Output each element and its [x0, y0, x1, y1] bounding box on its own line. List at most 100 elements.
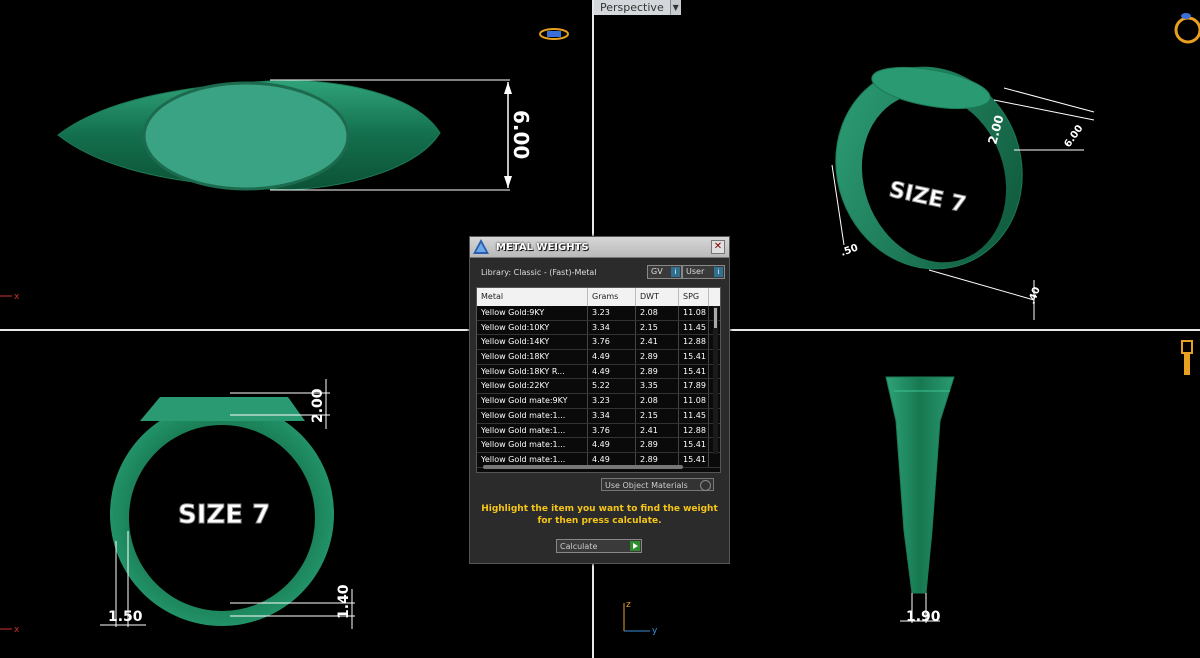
table-cell: 3.34: [588, 320, 636, 335]
table-cell: 3.34: [588, 408, 636, 423]
table-cell: 2.89: [636, 364, 679, 379]
column-header[interactable]: Metal: [477, 288, 588, 306]
table-body: Yellow Gold:9KY 3.23 2.08 11.08 Yellow Gold:…: [477, 306, 720, 468]
table-cell: 12.88: [679, 335, 709, 350]
table-header: Metal Grams DWT SPG: [477, 288, 720, 306]
table-cell: 4.49: [588, 438, 636, 452]
table-cell: 11.45: [679, 320, 709, 335]
table-row[interactable]: Yellow Gold mate:1... 4.49 2.89 15.41: [477, 438, 720, 453]
table-cell: 3.35: [636, 379, 679, 394]
table-row[interactable]: Yellow Gold:22KY 5.22 3.35 17.89: [477, 379, 720, 395]
ring-view-icon-right[interactable]: [1174, 13, 1200, 44]
perspective-dropdown-icon[interactable]: ▼: [670, 0, 681, 15]
table-cell: 4.49: [588, 364, 636, 379]
table-cell: 2.89: [636, 350, 679, 364]
table-cell: 2.89: [636, 438, 679, 452]
table-cell: 15.41: [679, 452, 709, 467]
close-icon[interactable]: ✕: [711, 240, 725, 254]
user-toggle[interactable]: User i: [682, 265, 725, 279]
table-row[interactable]: Yellow Gold:9KY 3.23 2.08 11.08: [477, 306, 720, 321]
dimension-left-label: 1.50: [108, 609, 143, 625]
table-cell: 3.23: [588, 394, 636, 408]
table-cell: 2.41: [636, 423, 679, 438]
axis-gizmo: z y: [623, 600, 658, 636]
table-row[interactable]: Yellow Gold:14KY 3.76 2.41 12.88: [477, 335, 720, 351]
table-cell: 15.41: [679, 438, 709, 452]
column-header[interactable]: SPG: [679, 288, 709, 306]
axis-z-label: z: [626, 600, 631, 610]
dimension-c-label: .50: [839, 242, 859, 258]
gv-toggle-label: GV: [651, 267, 663, 276]
table-row[interactable]: Yellow Gold:10KY 3.34 2.15 11.45: [477, 320, 720, 336]
table-row[interactable]: Yellow Gold:18KY 4.49 2.89 15.41: [477, 350, 720, 365]
use-object-materials-option[interactable]: Use Object Materials: [601, 478, 714, 491]
table-cell: 2.08: [636, 394, 679, 408]
table-cell: Yellow Gold:22KY: [477, 379, 588, 394]
info-icon: i: [714, 267, 723, 277]
table-cell: Yellow Gold mate:1...: [477, 408, 588, 423]
vertical-scrollbar[interactable]: [713, 306, 718, 454]
scroll-thumb[interactable]: [714, 308, 717, 328]
table-cell: Yellow Gold:9KY: [477, 306, 588, 320]
hint-text: Highlight the item you want to find the …: [481, 504, 718, 526]
axis-x-label-front: x: [14, 625, 20, 635]
dimension-top-label: 2.00: [310, 388, 326, 423]
axis-y-label: y: [652, 626, 658, 636]
dimension-label: 6.00: [509, 110, 533, 159]
dimension-side-label: 1.90: [906, 609, 941, 625]
table-cell: 12.88: [679, 423, 709, 438]
table-cell: 3.76: [588, 335, 636, 350]
gv-toggle[interactable]: GV i: [647, 265, 682, 279]
calculate-button[interactable]: Calculate: [556, 539, 642, 553]
use-object-materials-label: Use Object Materials: [605, 481, 688, 490]
table-cell: 2.08: [636, 306, 679, 320]
dialog-title-bar[interactable]: METAL WEIGHTS ✕: [470, 237, 729, 258]
dimension-b-label: 6.00: [1062, 123, 1085, 150]
perspective-label[interactable]: Perspective: [594, 0, 671, 15]
table-cell: 17.89: [679, 379, 709, 394]
radio-icon[interactable]: [700, 480, 711, 491]
table-row[interactable]: Yellow Gold mate:1... 3.76 2.41 12.88: [477, 423, 720, 439]
table-cell: Yellow Gold:18KY: [477, 350, 588, 364]
dimension-d-label: .40: [1026, 286, 1042, 306]
info-icon: i: [671, 267, 680, 277]
dimension-bottom-label: 1.40: [336, 584, 352, 619]
calculate-label: Calculate: [560, 542, 598, 551]
user-toggle-label: User: [686, 267, 705, 276]
table-cell: Yellow Gold:18KY R...: [477, 364, 588, 379]
table-cell: 2.41: [636, 335, 679, 350]
table-cell: 11.08: [679, 394, 709, 408]
horizontal-scrollbar[interactable]: [483, 465, 683, 469]
table-cell: Yellow Gold mate:1...: [477, 423, 588, 438]
metal-weights-dialog: METAL WEIGHTS ✕ Library: Classic - (Fast…: [469, 236, 730, 564]
table-row[interactable]: Yellow Gold mate:9KY 3.23 2.08 11.08: [477, 394, 720, 409]
table-cell: 3.23: [588, 306, 636, 320]
table-row[interactable]: Yellow Gold:18KY R... 4.49 2.89 15.41: [477, 364, 720, 380]
library-row: Library: Classic - (Fast)-Metal GV i Use…: [478, 264, 725, 280]
viewport-perspective-tab[interactable]: Perspective ▼: [594, 0, 681, 15]
table-cell: 2.15: [636, 408, 679, 423]
table-cell: Yellow Gold mate:9KY: [477, 394, 588, 408]
axis-x-label: x: [14, 292, 20, 302]
column-header[interactable]: DWT: [636, 288, 679, 306]
table-cell: 4.49: [588, 350, 636, 364]
dialog-title: METAL WEIGHTS: [496, 241, 589, 253]
table-cell: 11.45: [679, 408, 709, 423]
play-icon: [630, 541, 640, 551]
table-cell: 15.41: [679, 364, 709, 379]
ring-view-icon-side[interactable]: [1181, 340, 1193, 375]
table-cell: 5.22: [588, 379, 636, 394]
table-cell: 3.76: [588, 423, 636, 438]
app-logo-icon: [473, 239, 489, 254]
table-cell: Yellow Gold mate:1...: [477, 438, 588, 452]
column-header[interactable]: Grams: [588, 288, 636, 306]
table-cell: Yellow Gold:10KY: [477, 320, 588, 335]
table-cell: Yellow Gold:14KY: [477, 335, 588, 350]
table-row[interactable]: Yellow Gold mate:1... 3.34 2.15 11.45: [477, 408, 720, 424]
table-cell: 2.15: [636, 320, 679, 335]
engraving-text-front: SIZE 7: [178, 500, 270, 530]
metal-table[interactable]: Metal Grams DWT SPG Yellow Gold:9KY 3.23 2…: [476, 287, 721, 473]
ring-view-icon[interactable]: [539, 28, 569, 40]
library-label: Library: Classic - (Fast)-Metal: [481, 268, 597, 277]
table-cell: 15.41: [679, 350, 709, 364]
